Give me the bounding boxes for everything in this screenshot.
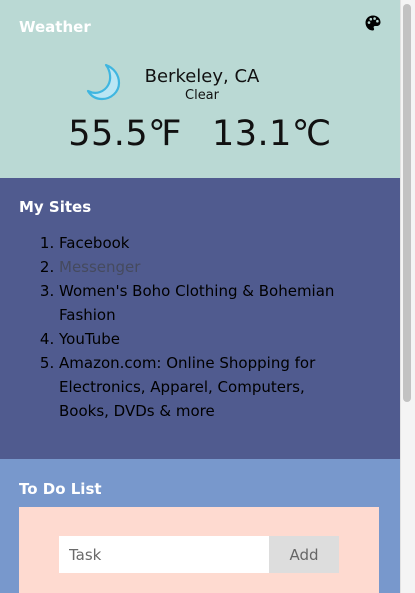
site-link-facebook[interactable]: Facebook [59,234,129,252]
temperature-fahrenheit: 55.5℉ [68,114,182,154]
add-task-button[interactable]: Add [269,536,339,573]
todo-panel: To Do List Add [0,459,400,593]
site-link-youtube[interactable]: YouTube [59,330,120,348]
scrollbar-thumb[interactable] [403,4,411,402]
weather-panel: Weather Berkeley, CA Clear 55.5℉ 13.1℃ [0,0,400,178]
list-item: Women's Boho Clothing & Bohemian Fashion [59,279,359,327]
palette-icon[interactable] [364,14,382,32]
list-item: Facebook [59,231,359,255]
weather-location: Berkeley, CA [144,66,260,87]
task-input[interactable] [59,536,269,573]
moon-icon [84,62,124,102]
my-sites-panel: My Sites Facebook Messenger Women's Boho… [0,178,400,459]
temperature-celsius: 13.1℃ [212,114,332,154]
site-link-amazon[interactable]: Amazon.com: Online Shopping for Electron… [59,354,315,420]
todo-title: To Do List [19,480,102,498]
site-list: Facebook Messenger Women's Boho Clothing… [0,231,359,423]
newtab-page: Weather Berkeley, CA Clear 55.5℉ 13.1℃ My… [0,0,400,593]
list-item: YouTube [59,327,359,351]
list-item: Amazon.com: Online Shopping for Electron… [59,351,359,423]
todo-card: Add [19,507,379,593]
list-item: Messenger [59,255,359,279]
weather-condition: Clear [185,88,219,103]
weather-title: Weather [19,18,91,36]
site-link-boho-clothing[interactable]: Women's Boho Clothing & Bohemian Fashion [59,282,334,324]
my-sites-title: My Sites [19,198,92,216]
site-link-messenger[interactable]: Messenger [59,258,140,276]
temperature-readout: 55.5℉ 13.1℃ [0,114,400,154]
